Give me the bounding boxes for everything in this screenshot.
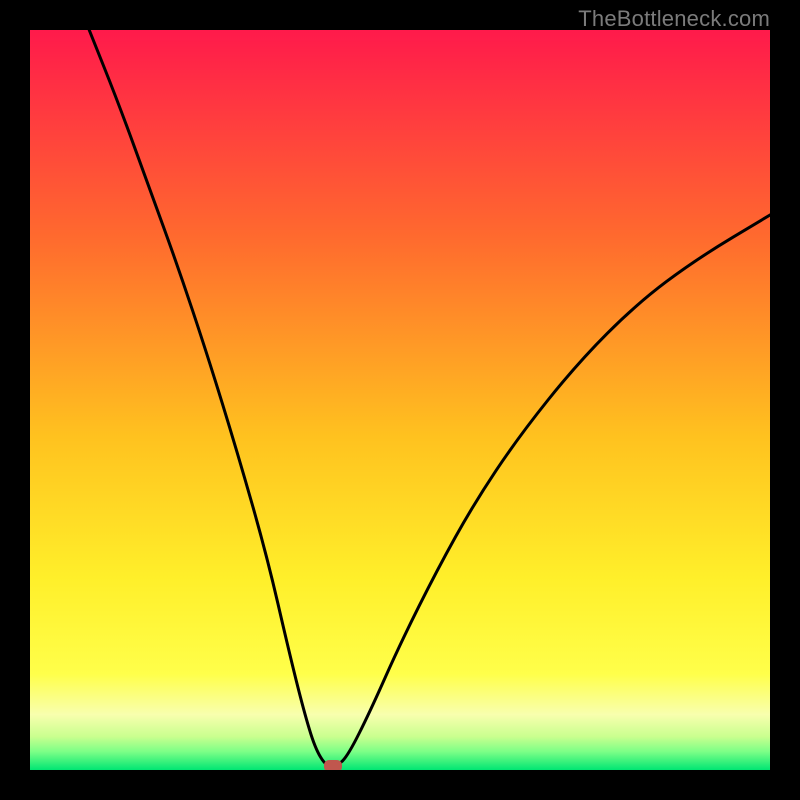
plot-area [30, 30, 770, 770]
chart-frame: TheBottleneck.com [0, 0, 800, 800]
watermark-text: TheBottleneck.com [578, 6, 770, 32]
bottleneck-curve [30, 30, 770, 770]
minimum-marker [324, 760, 342, 770]
